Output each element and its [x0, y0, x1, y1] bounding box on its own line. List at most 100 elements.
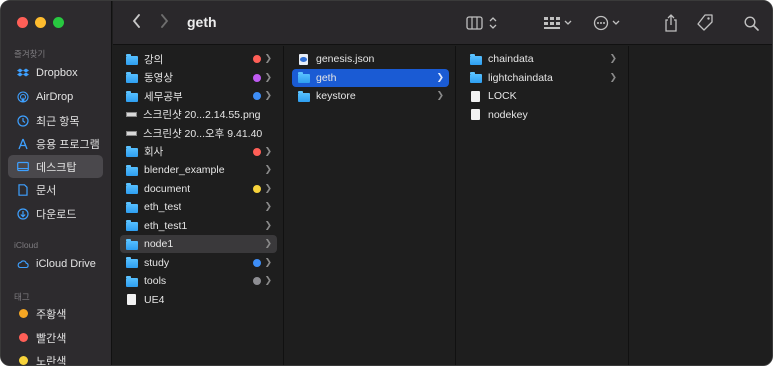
- document-icon: [17, 183, 29, 196]
- window-controls: [17, 17, 64, 28]
- file-item[interactable]: 스크린샷 20...오후 9.41.40: [120, 124, 277, 142]
- download-icon: [17, 207, 29, 220]
- tag-dot-icon: [253, 73, 261, 82]
- folder-icon: [298, 90, 310, 102]
- file-item[interactable]: UE4: [120, 291, 277, 309]
- folder-icon: [126, 72, 138, 83]
- item-label: UE4: [144, 293, 165, 306]
- item-label: blender_example: [144, 164, 225, 176]
- item-label: chaindata: [488, 53, 534, 65]
- toolbar: geth: [113, 1, 772, 45]
- item-label: genesis.json: [316, 53, 375, 65]
- search-button[interactable]: [743, 12, 759, 34]
- item-label: eth_test1: [144, 219, 188, 232]
- folder-item[interactable]: 강의 ❯: [120, 50, 277, 68]
- item-label: 회사: [144, 146, 164, 158]
- sidebar-item-dropbox[interactable]: Dropbox: [8, 61, 103, 84]
- folder-item[interactable]: geth ❯: [292, 68, 449, 87]
- dropbox-icon: [17, 67, 29, 79]
- folder-item[interactable]: blender_example ❯: [120, 161, 277, 179]
- share-button[interactable]: [663, 12, 679, 34]
- sidebar-tag-label: 빨간색: [36, 332, 67, 345]
- back-button[interactable]: [127, 10, 145, 32]
- folder-item[interactable]: document ❯: [120, 180, 277, 198]
- zoom-button[interactable]: [53, 17, 64, 28]
- folder-icon: [126, 164, 138, 176]
- tag-color-dot-icon: [17, 332, 29, 344]
- chevron-right-icon: ❯: [264, 164, 272, 174]
- item-label: 동영상: [144, 72, 173, 84]
- item-label: study: [144, 256, 170, 269]
- json-file-icon: [299, 53, 308, 65]
- folder-item[interactable]: study ❯: [120, 254, 277, 272]
- folder-item[interactable]: node1 ❯: [120, 235, 277, 253]
- chevron-right-icon: ❯: [264, 71, 272, 82]
- folder-icon: [126, 183, 138, 194]
- sidebar-tag-3[interactable]: 노란색: [8, 349, 103, 366]
- sidebar-tag-2[interactable]: 빨간색: [8, 326, 103, 349]
- file-item[interactable]: genesis.json: [292, 50, 449, 68]
- column-desktop[interactable]: 강의 ❯ 동영상 ❯ 세무공부 ❯ 스크린샷 20...2.14.55.png 스크린샷 20…: [113, 46, 284, 365]
- file-item[interactable]: LOCK: [464, 87, 622, 105]
- tag-color-dot-icon: [17, 308, 29, 320]
- folder-icon: [126, 53, 138, 65]
- sidebar-item-icloud-drive[interactable]: iCloud Drive: [8, 252, 103, 275]
- item-label: tools: [144, 275, 167, 287]
- document-file-icon: [127, 294, 136, 305]
- sidebar-item-응용-프로그램[interactable]: 응용 프로그램: [8, 132, 103, 155]
- item-label: nodekey: [488, 108, 528, 121]
- chevron-right-icon: ❯: [436, 71, 444, 82]
- sidebar-tag-label: 주황색: [36, 308, 67, 321]
- sidebar-item-문서[interactable]: 문서: [8, 178, 103, 201]
- file-item[interactable]: 스크린샷 20...2.14.55.png: [120, 106, 277, 124]
- chevron-right-icon: ❯: [264, 90, 272, 100]
- minimize-button[interactable]: [35, 17, 46, 28]
- file-item[interactable]: nodekey: [464, 106, 622, 124]
- column-geth[interactable]: chaindata ❯ lightchaindata ❯ LOCK nodekey: [457, 46, 629, 365]
- column-empty: [630, 46, 772, 365]
- sidebar-tag-1[interactable]: 주황색: [8, 302, 103, 325]
- clock-icon: [17, 114, 29, 127]
- action-button[interactable]: [593, 12, 625, 34]
- sidebar-item-데스크탑[interactable]: 데스크탑: [8, 155, 103, 178]
- folder-item[interactable]: 동영상 ❯: [120, 69, 277, 87]
- close-button[interactable]: [17, 17, 28, 28]
- sidebar-section-icloud: iCloud: [14, 240, 39, 250]
- folder-item[interactable]: eth_test ❯: [120, 198, 277, 216]
- chevron-right-icon: ❯: [609, 71, 617, 82]
- sidebar-section-favorites: 즐겨찾기: [14, 49, 46, 59]
- folder-item[interactable]: 세무공부 ❯: [120, 87, 277, 105]
- folder-icon: [126, 238, 138, 250]
- finder-window: 즐겨찾기 Dropbox AirDrop 최근 항목 응용 프로그램데스크탑문서다운로…: [0, 0, 773, 366]
- column-node1[interactable]: genesis.json geth ❯ keystore ❯: [285, 46, 456, 365]
- chevron-right-icon: [160, 14, 168, 28]
- sidebar-item-최근-항목[interactable]: 최근 항목: [8, 109, 103, 132]
- folder-icon: [126, 201, 138, 213]
- item-label: 스크린샷 20...오후 9.41.40: [143, 127, 263, 140]
- cloud-icon: [17, 258, 29, 270]
- sidebar-item-다운로드[interactable]: 다운로드: [8, 202, 103, 225]
- applications-icon: [17, 138, 29, 150]
- sidebar-item-label: 데스크탑: [36, 161, 77, 174]
- sidebar-item-airdrop[interactable]: AirDrop: [8, 85, 103, 108]
- item-label: geth: [316, 71, 337, 84]
- sidebar-tag-label: 노란색: [36, 355, 67, 366]
- forward-button[interactable]: [155, 10, 173, 32]
- folder-icon: [126, 146, 138, 157]
- view-mode-button[interactable]: [466, 12, 500, 34]
- tag-button[interactable]: [695, 12, 715, 34]
- sidebar-item-label: 문서: [36, 184, 57, 197]
- document-file-icon: [471, 109, 480, 120]
- group-button[interactable]: [543, 12, 575, 34]
- sidebar-item-label: 다운로드: [36, 208, 77, 221]
- item-label: keystore: [316, 90, 356, 102]
- folder-icon: [126, 90, 138, 102]
- folder-item[interactable]: 회사 ❯: [120, 143, 277, 161]
- folder-item[interactable]: tools ❯: [120, 272, 277, 290]
- chevron-right-icon: ❯: [264, 201, 272, 211]
- folder-item[interactable]: lightchaindata ❯: [464, 69, 622, 87]
- sidebar-item-label: iCloud Drive: [36, 257, 96, 270]
- folder-item[interactable]: keystore ❯: [292, 87, 449, 105]
- folder-item[interactable]: chaindata ❯: [464, 50, 622, 68]
- folder-item[interactable]: eth_test1 ❯: [120, 217, 277, 235]
